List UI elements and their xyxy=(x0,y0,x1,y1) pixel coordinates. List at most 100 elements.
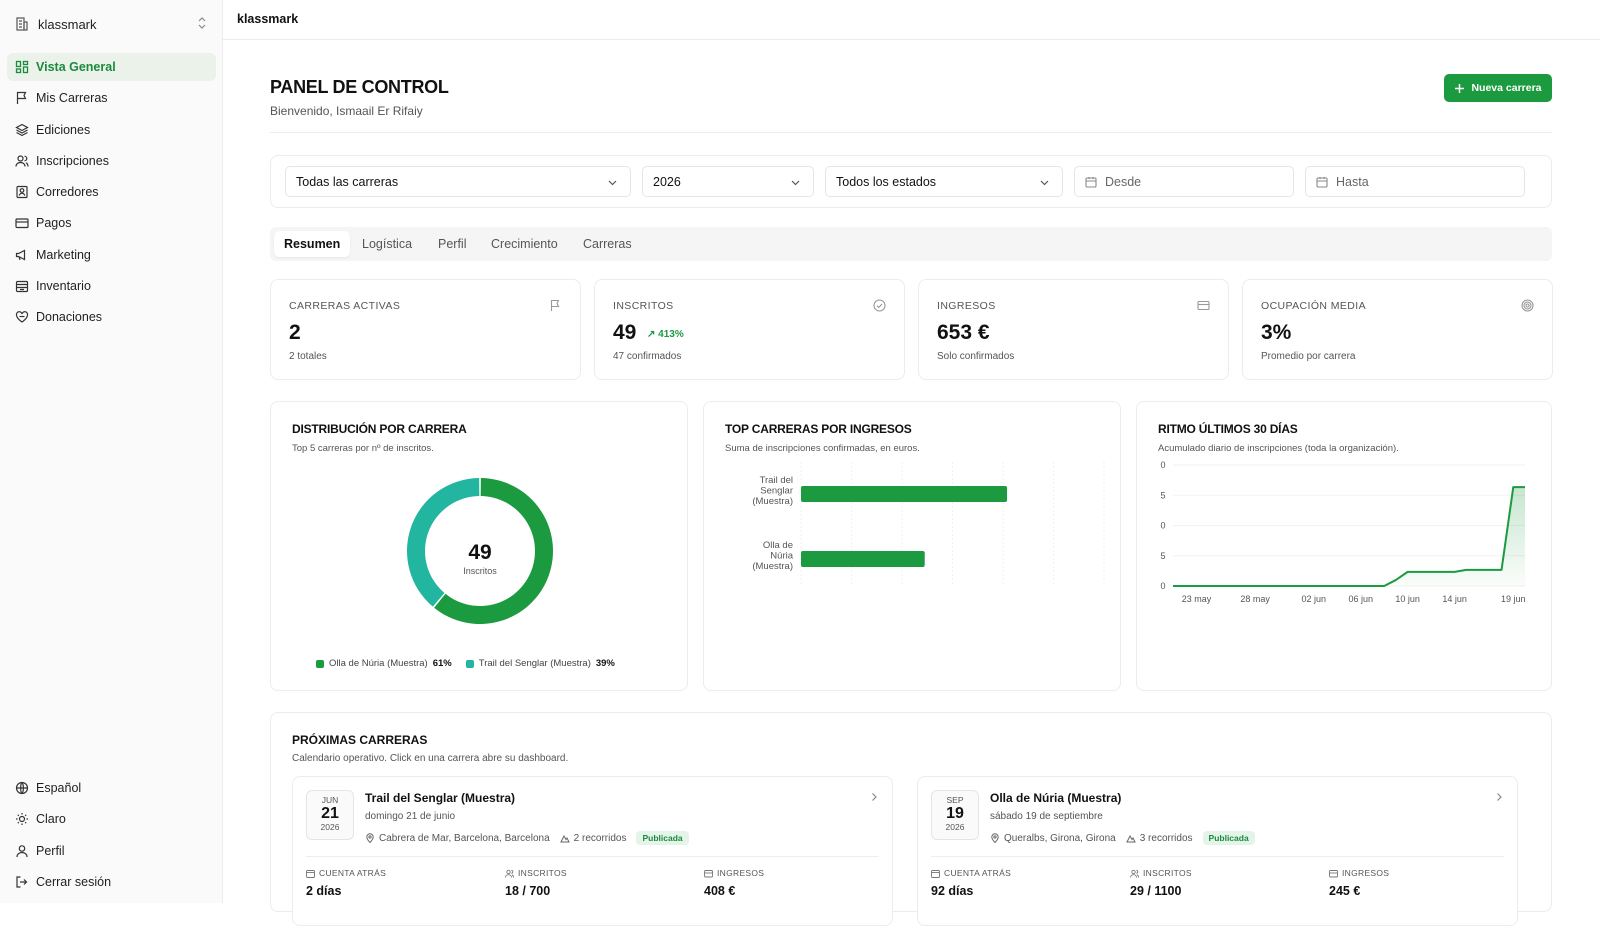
stat-label: INSCRITOS xyxy=(1143,868,1192,878)
race-date-box: JUN 21 2026 xyxy=(306,790,354,840)
year-select-value: 2026 xyxy=(653,174,681,189)
plus-icon xyxy=(1455,83,1465,93)
race-meta: Cabrera de Mar, Barcelona, Barcelona 2 r… xyxy=(365,831,689,845)
stat-value: 245 € xyxy=(1329,884,1361,898)
kpi-card-ocupacion-media: OCUPACIÓN MEDIA 3% Promedio por carrera xyxy=(1242,279,1553,380)
tab-logistica[interactable]: Logística xyxy=(352,231,422,257)
card-subtitle: Suma de inscripciones confirmadas, en eu… xyxy=(725,443,920,454)
calendar-icon xyxy=(1316,176,1328,188)
stat-label: INGRESOS xyxy=(717,868,765,878)
sidebar-item-inventario[interactable]: Inventario xyxy=(7,272,216,300)
race-routes: 2 recorridos xyxy=(573,832,627,844)
page-title: PANEL DE CONTROL xyxy=(270,77,449,97)
race-day: 21 xyxy=(321,805,339,822)
tab-crecimiento[interactable]: Crecimiento xyxy=(481,231,568,257)
year-select[interactable]: 2026 xyxy=(642,166,814,197)
mountain-icon xyxy=(559,834,570,843)
divider xyxy=(270,132,1552,133)
kpi-sub: 2 totales xyxy=(289,351,327,362)
bar xyxy=(801,486,1008,502)
sidebar-item-label: Vista General xyxy=(36,60,116,74)
chevron-right-icon xyxy=(872,793,877,801)
stat-label: CUENTA ATRÁS xyxy=(319,868,387,878)
topbar-title: klassmark xyxy=(237,12,299,26)
users-icon xyxy=(15,155,29,167)
stat-label: INGRESOS xyxy=(1342,868,1390,878)
sidebar-item-perfil[interactable]: Perfil xyxy=(7,837,216,865)
race-month: SEP xyxy=(946,795,964,805)
chevron-down-icon xyxy=(791,180,800,186)
x-tick-label: 19 jun xyxy=(1501,594,1526,604)
sidebar-item-logout[interactable]: Cerrar sesión xyxy=(7,868,216,896)
top-revenue-card: TOP CARRERAS POR INGRESOS Suma de inscri… xyxy=(703,401,1121,691)
sidebar-item-language[interactable]: Español xyxy=(7,774,216,802)
race-card-olla-de-nuria[interactable]: SEP 19 2026 Olla de Núria (Muestra) sába… xyxy=(917,776,1518,926)
status-select[interactable]: Todos los estados xyxy=(825,166,1063,197)
building-icon xyxy=(16,17,28,31)
tab-resumen[interactable]: Resumen xyxy=(274,231,351,257)
tab-perfil[interactable]: Perfil xyxy=(428,231,476,257)
megaphone-icon xyxy=(15,249,26,261)
calendar-icon xyxy=(306,869,315,878)
sidebar-item-ediciones[interactable]: Ediciones xyxy=(7,116,216,144)
tab-carreras[interactable]: Carreras xyxy=(573,231,642,257)
chevron-down-icon xyxy=(1040,180,1049,186)
line-chart: 0 5 0 5 0 23 may 28 may 02 jun 06 jun 10 jun 14 ju… xyxy=(1160,460,1526,604)
sidebar-item-marketing[interactable]: Marketing xyxy=(7,241,216,269)
tabs-bar: Resumen Logística Perfil Crecimiento Car… xyxy=(270,227,1552,261)
sidebar-item-theme[interactable]: Claro xyxy=(7,805,216,833)
donut-center-value: 49 xyxy=(468,541,491,564)
user-icon xyxy=(16,844,28,857)
x-tick-label: 28 may xyxy=(1240,594,1270,604)
race-year: 2026 xyxy=(320,822,340,832)
kpi-card-carreras-activas: CARRERAS ACTIVAS 2 2 totales xyxy=(270,279,581,380)
race-date-box: SEP 19 2026 xyxy=(931,790,979,840)
sidebar-item-label: Pagos xyxy=(36,216,72,231)
users-icon xyxy=(1130,869,1139,878)
legend-value: 61% xyxy=(432,658,452,669)
sidebar-item-mis-carreras[interactable]: Mis Carreras xyxy=(7,84,216,112)
race-name: Trail del Senglar (Muestra) xyxy=(365,791,516,805)
credit-card-icon xyxy=(15,218,29,229)
credit-card-icon xyxy=(704,869,713,877)
stat-value: 29 / 1100 xyxy=(1130,884,1182,898)
card-title: RITMO ÚLTIMOS 30 DÍAS xyxy=(1158,422,1298,436)
legend-label: Olla de Núria (Muestra) xyxy=(329,658,428,669)
bar-category-label: (Muestra) xyxy=(752,561,793,572)
y-tick-label: 5 xyxy=(1160,551,1165,561)
kpi-delta: ↗ 413% xyxy=(647,329,684,340)
donut-legend: Olla de Núria (Muestra) 61% Trail del Se… xyxy=(316,658,629,669)
race-select[interactable]: Todas las carreras xyxy=(285,166,631,197)
kpi-label: INGRESOS xyxy=(937,300,996,312)
kpi-value: 2 xyxy=(289,321,301,344)
date-to-input[interactable]: Hasta xyxy=(1305,166,1525,197)
pace-card: RITMO ÚLTIMOS 30 DÍAS Acumulado diario d… xyxy=(1136,401,1552,691)
sidebar-item-pagos[interactable]: Pagos xyxy=(7,209,216,237)
sidebar-item-corredores[interactable]: Corredores xyxy=(7,178,216,206)
bar-category-label: Senglar xyxy=(760,486,793,497)
date-to-placeholder: Hasta xyxy=(1336,174,1369,189)
date-from-input[interactable]: Desde xyxy=(1074,166,1294,197)
check-circle-icon xyxy=(873,299,886,312)
kpi-label: INSCRITOS xyxy=(613,300,674,312)
race-day: 19 xyxy=(946,805,964,822)
kpi-value: 49 xyxy=(613,321,637,344)
race-card-trail-del-senglar[interactable]: JUN 21 2026 Trail del Senglar (Muestra) … xyxy=(292,776,893,926)
kpi-sub: 47 confirmados xyxy=(613,351,682,362)
stat-label: INSCRITOS xyxy=(518,868,567,878)
sidebar-item-inscripciones[interactable]: Inscripciones xyxy=(7,147,216,175)
users-icon xyxy=(505,869,514,878)
card-subtitle: Top 5 carreras por nº de inscritos. xyxy=(292,443,434,454)
kpi-label: OCUPACIÓN MEDIA xyxy=(1261,300,1366,312)
x-tick-label: 23 may xyxy=(1182,594,1212,604)
race-countdown: CUENTA ATRÁS 92 días xyxy=(931,868,1011,898)
org-name: klassmark xyxy=(38,16,97,32)
sidebar-item-vista-general[interactable]: Vista General xyxy=(7,53,216,81)
org-switcher[interactable]: klassmark xyxy=(14,10,210,38)
chevron-up-down-icon xyxy=(198,17,206,29)
new-race-button[interactable]: Nueva carrera xyxy=(1444,74,1552,102)
sidebar-item-label: Inscripciones xyxy=(36,153,109,168)
layers-icon xyxy=(15,123,29,136)
sidebar-item-donaciones[interactable]: Donaciones xyxy=(7,303,216,331)
x-tick-label: 02 jun xyxy=(1302,594,1327,604)
